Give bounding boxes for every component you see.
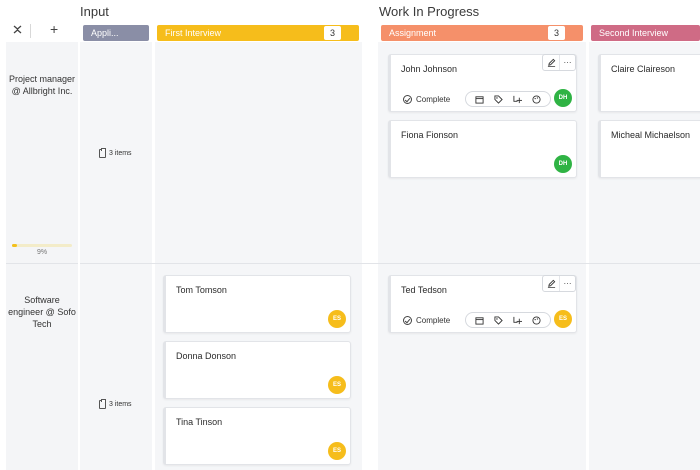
assignee-avatar[interactable]: DH [554,89,572,107]
more-options-button[interactable]: ··· [559,276,575,291]
assignee-avatar[interactable]: ES [328,442,346,460]
column-header-label: First Interview [165,28,222,38]
card-actions [465,312,551,328]
pencil-icon [547,279,555,288]
card-actions [465,91,551,107]
add-row-button[interactable]: + [50,21,58,37]
section-title-input: Input [80,4,109,19]
items-count-label: 3 items [109,150,132,157]
candidate-name: Fiona Fionson [401,130,459,140]
assignee-avatar[interactable]: ES [554,310,572,328]
candidate-card-fiona-fionson[interactable]: Fiona Fionson DH [388,120,577,178]
clipboard-icon [99,399,106,409]
palette-icon[interactable] [532,315,541,325]
candidate-name: Donna Donson [176,351,237,361]
row-progress-bar [12,244,72,247]
column-count-badge: 3 [548,26,565,40]
check-circle-icon [403,95,412,104]
applied-items-count[interactable]: 3 items [99,399,132,409]
palette-icon[interactable] [532,94,541,104]
row-label-project-manager: Project manager @ Allbright Inc. [8,74,76,96]
card-toolbar: ··· [542,275,576,292]
assign-user-icon[interactable] [513,316,522,325]
assignee-avatar[interactable]: DH [554,155,572,173]
clipboard-icon [99,148,106,158]
section-title-work-in-progress: Work In Progress [379,4,480,19]
more-options-button[interactable]: ··· [559,55,575,70]
complete-label: Complete [416,95,451,104]
candidate-card-claire-claireson[interactable]: Claire Claireson [598,54,700,112]
check-circle-icon [403,316,412,325]
column-first-interview [155,42,362,470]
column-header-applied[interactable]: Appli... [83,25,149,41]
edit-card-button[interactable] [543,55,559,70]
card-toolbar: ··· [542,54,576,71]
column-header-label: Appli... [91,28,119,38]
edit-card-button[interactable] [543,276,559,291]
applied-items-count[interactable]: 3 items [99,148,132,158]
assign-user-icon[interactable] [513,95,522,104]
candidate-card-tom-tomson[interactable]: Tom Tomson ES [163,275,351,333]
tag-icon[interactable] [494,94,503,104]
complete-toggle[interactable]: Complete [403,95,450,104]
candidate-card-micheal-michaelson[interactable]: Micheal Michaelson [598,120,700,178]
row-progress-text: 9% [36,249,48,256]
candidate-name: Micheal Michaelson [611,130,691,140]
column-header-label: Assignment [389,28,437,38]
column-header-second-interview[interactable]: Second Interview [591,25,700,41]
controls-divider [30,24,31,38]
candidate-name: John Johnson [401,64,458,74]
items-count-label: 3 items [109,401,132,408]
candidate-card-john-johnson[interactable]: John Johnson ··· Complete DH [388,54,577,112]
row-label-software-engineer: Software engineer @ Sofo Tech [8,295,76,329]
row-divider-line [80,263,700,264]
candidate-card-donna-donson[interactable]: Donna Donson ES [163,341,351,399]
calendar-icon[interactable] [475,95,484,104]
tag-icon[interactable] [494,315,503,325]
column-count-badge: 3 [324,26,341,40]
candidate-name: Ted Tedson [401,285,447,295]
collapse-rows-button[interactable] [13,23,22,38]
column-header-label: Second Interview [599,28,669,38]
candidate-name: Tom Tomson [176,285,227,295]
candidate-card-ted-tedson[interactable]: Ted Tedson ··· Complete ES [388,275,577,333]
complete-toggle[interactable]: Complete [403,316,450,325]
candidate-name: Tina Tinson [176,417,223,427]
column-header-first-interview[interactable]: First Interview 3 [157,25,359,41]
row-progress-fill [12,244,18,247]
candidate-card-tina-tinson[interactable]: Tina Tinson ES [163,407,351,465]
collapse-arrows-icon [13,25,22,34]
candidate-name: Claire Claireson [611,64,676,74]
assignee-avatar[interactable]: ES [328,310,346,328]
assignee-avatar[interactable]: ES [328,376,346,394]
calendar-icon[interactable] [475,316,484,325]
pencil-icon [547,58,555,67]
column-header-assignment[interactable]: Assignment 3 [381,25,583,41]
complete-label: Complete [416,316,451,325]
